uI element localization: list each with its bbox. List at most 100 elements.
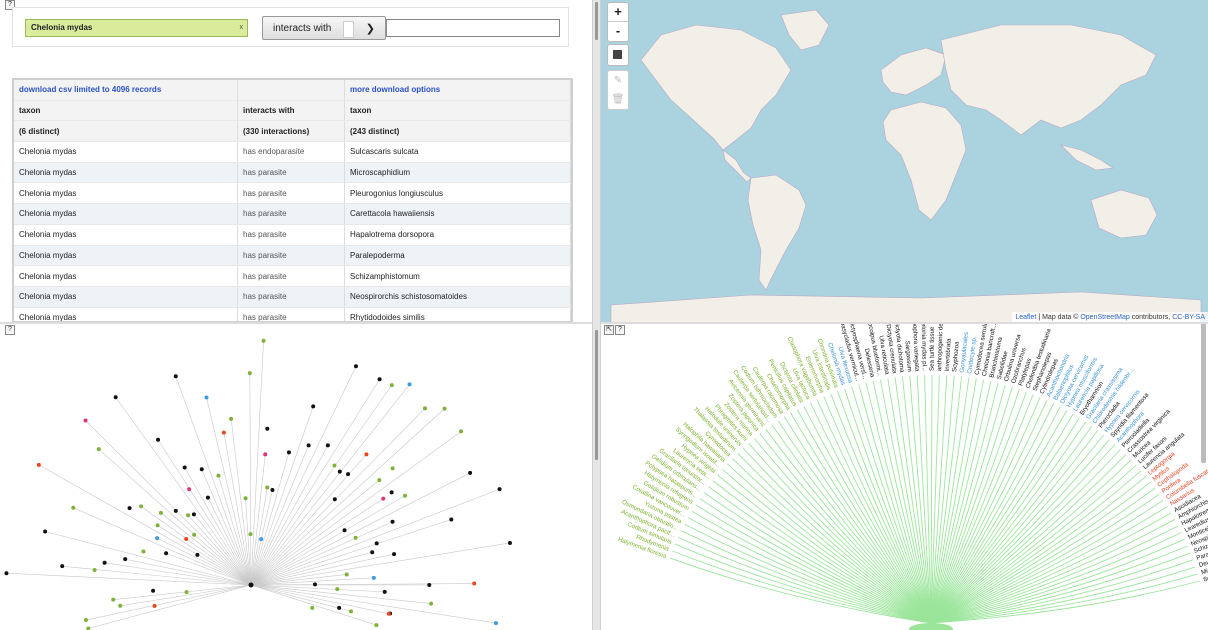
column-header-target-taxon[interactable]: taxon <box>344 100 571 122</box>
taxon-node[interactable] <box>311 404 316 409</box>
taxon-node[interactable] <box>337 605 342 610</box>
taxon-node[interactable] <box>155 536 160 541</box>
taxon-node[interactable] <box>472 581 477 586</box>
taxon-node[interactable] <box>349 609 354 614</box>
source-taxon-cell[interactable]: Chelonia mydas <box>14 203 238 225</box>
taxon-label[interactable]: Chelonia mydas pl... <box>920 323 928 371</box>
column-header-interaction[interactable]: interacts with <box>237 100 345 122</box>
zoom-out-button[interactable]: - <box>608 22 628 40</box>
target-taxon-cell[interactable]: Sulcascaris sulcata <box>344 141 571 163</box>
taxon-node[interactable] <box>335 587 340 592</box>
taxon-node[interactable] <box>151 588 156 593</box>
taxon-node[interactable] <box>156 437 161 442</box>
target-taxon-cell[interactable]: Paralepoderma <box>344 245 571 267</box>
column-header-source-taxon[interactable]: taxon <box>14 100 238 122</box>
taxon-node[interactable] <box>423 406 428 411</box>
taxon-node[interactable] <box>310 605 315 610</box>
clear-taxon-icon[interactable]: x <box>240 20 244 36</box>
taxon-node[interactable] <box>374 541 379 546</box>
source-taxon-input[interactable]: Chelonia mydas x <box>25 19 248 37</box>
map-panel[interactable]: + - ✎ 🗑 Leaflet | Map data © OpenStreetM… <box>601 0 1208 323</box>
taxon-node[interactable] <box>382 589 387 594</box>
edge-bundle-panel[interactable]: Halymenia floresia Rhodymenia Codium simul… <box>601 323 1208 630</box>
horizontal-splitter-right[interactable] <box>601 322 1208 324</box>
taxon-node[interactable] <box>381 496 386 501</box>
taxon-node[interactable] <box>286 450 291 455</box>
taxon-node[interactable] <box>449 517 454 522</box>
taxon-node[interactable] <box>199 467 204 472</box>
taxon-node[interactable] <box>389 383 394 388</box>
edit-layers-icon[interactable]: ✎ <box>608 71 628 90</box>
taxon-node[interactable] <box>164 551 169 556</box>
taxon-node[interactable] <box>182 465 187 470</box>
taxon-node[interactable] <box>43 529 48 534</box>
taxon-node[interactable] <box>459 429 464 434</box>
world-map[interactable] <box>601 0 1208 323</box>
taxon-node[interactable] <box>216 473 221 478</box>
central-taxon-node[interactable] <box>248 582 254 588</box>
splitter-grip[interactable] <box>595 330 598 460</box>
interaction-type-select[interactable]: interacts with ❯ <box>262 16 386 40</box>
taxon-node[interactable] <box>312 582 317 587</box>
taxon-node[interactable] <box>265 426 270 431</box>
taxon-node[interactable] <box>377 478 382 483</box>
taxon-node[interactable] <box>346 472 351 477</box>
target-taxon-cell[interactable]: Carettacola hawaiiensis <box>344 203 571 225</box>
taxon-node[interactable] <box>332 463 337 468</box>
interaction-network[interactable] <box>0 323 592 630</box>
taxon-node[interactable] <box>306 443 311 448</box>
taxon-node[interactable] <box>229 416 234 421</box>
taxon-node[interactable] <box>155 523 160 528</box>
taxon-node[interactable] <box>374 623 379 628</box>
network-graph-panel[interactable]: ? <box>0 323 592 630</box>
taxon-node[interactable] <box>247 371 252 376</box>
horizontal-splitter-left[interactable] <box>0 322 592 324</box>
source-taxon-cell[interactable]: Chelonia mydas <box>14 162 238 184</box>
taxon-node[interactable] <box>493 621 498 626</box>
osm-link[interactable]: OpenStreetMap <box>1080 314 1129 321</box>
taxon-node[interactable] <box>139 504 144 509</box>
taxon-label[interactable]: Sea turtle tissue <box>929 326 936 371</box>
target-taxon-input[interactable] <box>386 19 560 37</box>
panel-help-button[interactable]: ? <box>5 325 15 335</box>
download-csv-link[interactable]: download csv limited to 4096 records <box>19 85 161 94</box>
taxon-node[interactable] <box>205 495 210 500</box>
taxon-node[interactable] <box>270 487 275 492</box>
taxon-node[interactable] <box>83 618 88 623</box>
taxon-node[interactable] <box>364 452 369 457</box>
taxon-node[interactable] <box>113 395 118 400</box>
taxon-node[interactable] <box>429 601 434 606</box>
edge-bundle-diagram[interactable]: Halymenia floresiaRhodymeniaCodium simul… <box>601 323 1208 630</box>
taxon-node[interactable] <box>127 506 132 511</box>
taxon-node[interactable] <box>265 485 270 490</box>
splitter-grip[interactable] <box>595 2 598 40</box>
more-download-options-link[interactable]: more download options <box>350 85 440 94</box>
taxon-node[interactable] <box>71 505 76 510</box>
taxon-node[interactable] <box>337 469 342 474</box>
taxon-node[interactable] <box>353 364 358 369</box>
target-taxon-cell[interactable]: Microscaphidium <box>344 162 571 184</box>
taxon-node[interactable] <box>86 626 91 630</box>
taxon-node[interactable] <box>191 512 196 517</box>
taxon-node[interactable] <box>123 557 128 562</box>
taxon-node[interactable] <box>386 611 391 616</box>
vertical-splitter[interactable] <box>592 0 601 630</box>
taxon-node[interactable] <box>92 567 97 572</box>
scrollbar-thumb[interactable] <box>1201 323 1206 463</box>
taxon-node[interactable] <box>263 452 268 457</box>
taxon-node[interactable] <box>184 590 189 595</box>
source-taxon-cell[interactable]: Chelonia mydas <box>14 265 238 287</box>
taxon-node[interactable] <box>497 487 502 492</box>
zoom-in-button[interactable]: + <box>608 3 628 22</box>
taxon-node[interactable] <box>377 377 382 382</box>
taxon-node[interactable] <box>389 490 394 495</box>
taxon-node[interactable] <box>259 537 264 542</box>
taxon-node[interactable] <box>192 532 197 537</box>
taxon-node[interactable] <box>141 549 146 554</box>
panel-expand-button[interactable]: ⇱ <box>604 325 614 335</box>
target-taxon-cell[interactable]: Hapalotrema dorsopora <box>344 224 571 246</box>
taxon-node[interactable] <box>195 552 200 557</box>
draw-rectangle-button[interactable] <box>607 44 629 66</box>
taxon-node[interactable] <box>248 532 253 537</box>
taxon-node[interactable] <box>325 443 330 448</box>
